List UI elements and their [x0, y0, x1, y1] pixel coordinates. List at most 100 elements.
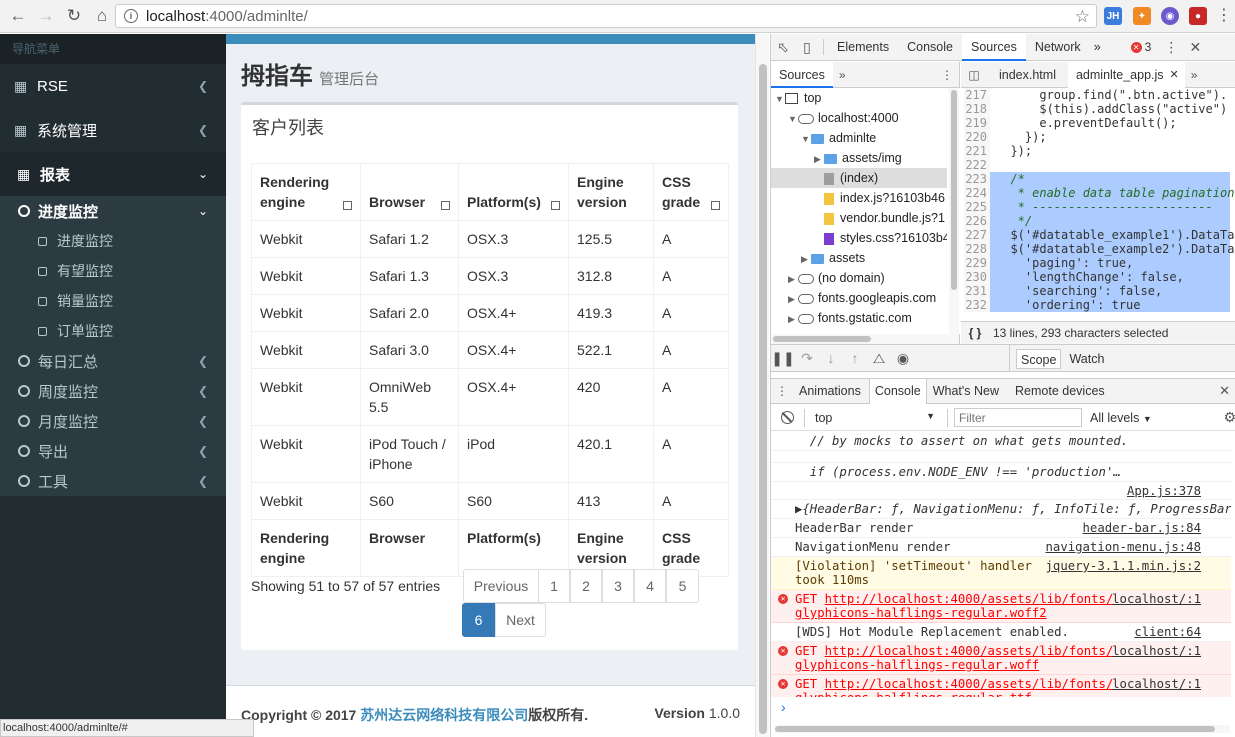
request-url-link[interactable]: http://localhost:4000/assets/lib/fonts/	[825, 677, 1114, 691]
close-devtools-icon[interactable]: ✕	[1183, 34, 1207, 61]
source-link[interactable]: localhost/:1	[1112, 592, 1201, 606]
triangle-down-icon[interactable]: ▼	[788, 109, 798, 129]
sidebar-item-weekly[interactable]: 周度监控 ❮	[0, 376, 226, 406]
tab-drawer-console[interactable]: Console	[868, 378, 927, 404]
info-icon[interactable]: i	[124, 9, 138, 23]
inspect-icon[interactable]: ⬁	[771, 34, 795, 61]
deactivate-breakpoints-icon[interactable]: ⧍	[867, 345, 891, 372]
pagination-previous[interactable]: Previous	[463, 569, 539, 603]
request-url-link[interactable]: http://localhost:4000/assets/lib/fonts/	[825, 592, 1114, 606]
pause-icon[interactable]: ❚❚	[771, 345, 795, 372]
back-icon[interactable]: ←	[4, 2, 32, 30]
tree-item[interactable]: vendor.bundle.js?1	[771, 208, 947, 228]
page-scrollbar[interactable]	[755, 34, 769, 737]
source-link[interactable]: navigation-menu.js:48	[1046, 540, 1201, 554]
scrollbar-thumb[interactable]	[759, 64, 767, 734]
tree-item[interactable]: ▼ localhost:4000	[771, 108, 947, 128]
step-into-icon[interactable]: ↓	[819, 345, 843, 372]
sidebar-subitem-sales[interactable]: 销量监控	[0, 286, 226, 316]
tab-whats-new[interactable]: What's New	[927, 384, 1007, 398]
request-url-link[interactable]: glyphicons-halflings-regular.woff	[795, 658, 1039, 672]
tab-animations[interactable]: Animations	[793, 384, 869, 398]
navigator-menu-icon[interactable]: ⋮	[941, 68, 953, 82]
column-header-grade[interactable]: CSS grade	[653, 163, 729, 221]
request-url-link[interactable]: glyphicons-halflings-regular.ttf	[795, 691, 1032, 697]
sidebar-subitem-prospect[interactable]: 有望监控	[0, 256, 226, 286]
source-link[interactable]: localhost/:1	[1112, 677, 1201, 691]
tab-sources-navigator[interactable]: Sources	[771, 61, 833, 88]
extension-jh-icon[interactable]: JH	[1104, 7, 1122, 25]
request-url-link[interactable]: glyphicons-halflings-regular.woff2	[795, 606, 1047, 620]
column-header-engine[interactable]: Rendering engine	[251, 163, 361, 221]
tab-sources[interactable]: Sources	[961, 33, 1026, 61]
drawer-menu-icon[interactable]: ⋮	[771, 384, 793, 398]
more-tabs-icon[interactable]: »	[1090, 34, 1105, 61]
tree-item[interactable]: ▶ (no domain)	[771, 268, 947, 288]
sidebar-item-daily[interactable]: 每日汇总 ❮	[0, 346, 226, 376]
tab-remote-devices[interactable]: Remote devices	[1007, 384, 1113, 398]
devtools-menu-icon[interactable]: ⋮	[1159, 34, 1183, 61]
tree-item[interactable]: ▼ adminlte	[771, 128, 947, 148]
tree-item[interactable]: ▼ top	[771, 88, 947, 108]
bookmark-star-icon[interactable]: ☆	[1075, 7, 1090, 27]
pagination-page-4[interactable]: 4	[634, 569, 666, 603]
sidebar-item-monthly[interactable]: 月度监控 ❮	[0, 406, 226, 436]
pagination-page-6[interactable]: 6	[462, 603, 495, 637]
source-link[interactable]: jquery-3.1.1.min.js:2	[1046, 559, 1201, 573]
close-drawer-icon[interactable]: ✕	[1219, 383, 1230, 399]
close-tab-icon[interactable]: ✕	[1170, 62, 1179, 88]
source-link[interactable]: App.js:378	[1127, 484, 1201, 498]
triangle-down-icon[interactable]: ▼	[801, 129, 811, 149]
tab-adminlte-app-js[interactable]: adminlte_app.js ✕	[1067, 61, 1185, 88]
tree-item[interactable]: ▶ assets/img	[771, 148, 947, 168]
context-selector[interactable]: top ▼	[815, 411, 935, 425]
tab-network[interactable]: Network	[1026, 34, 1090, 61]
pretty-print-icon[interactable]: { }	[961, 326, 989, 340]
tab-elements[interactable]: Elements	[828, 34, 898, 61]
tab-console[interactable]: Console	[898, 34, 962, 61]
triangle-right-icon[interactable]: ▶	[788, 309, 798, 329]
extension-w-icon[interactable]: ◉	[1161, 7, 1179, 25]
sidebar-item-system[interactable]: ▦ 系统管理 ❮	[0, 108, 226, 152]
reload-icon[interactable]: ↻	[60, 2, 88, 30]
tree-item[interactable]: styles.css?16103b4	[771, 228, 947, 248]
pagination-next[interactable]: Next	[495, 603, 546, 637]
log-levels-dropdown[interactable]: All levels ▼	[1090, 411, 1152, 425]
address-bar[interactable]: i localhost:4000/adminlte/ ☆	[115, 4, 1097, 28]
step-out-icon[interactable]: ↑	[843, 345, 867, 372]
triangle-right-icon[interactable]: ▶	[801, 249, 811, 269]
sidebar-item-progress[interactable]: 进度监控 ⌄	[0, 196, 226, 226]
home-icon[interactable]: ⌂	[88, 2, 116, 30]
source-link[interactable]: header-bar.js:84	[1083, 521, 1201, 535]
tab-scope[interactable]: Scope	[1016, 348, 1062, 369]
tree-item[interactable]: ▶ fonts.googleapis.com	[771, 288, 947, 308]
console-settings-icon[interactable]: ⚙	[1223, 409, 1235, 426]
sidebar-subitem-progress[interactable]: 进度监控	[0, 226, 226, 256]
console-h-scrollbar[interactable]	[775, 725, 1230, 733]
tab-watch[interactable]: Watch	[1069, 352, 1104, 366]
column-header-browser[interactable]: Browser	[360, 163, 459, 221]
console-filter-input[interactable]	[954, 408, 1082, 427]
sidebar-item-export[interactable]: 导出 ❮	[0, 436, 226, 466]
tab-index-html[interactable]: index.html	[987, 62, 1068, 88]
device-toggle-icon[interactable]: ▯	[795, 34, 819, 61]
browser-menu-icon[interactable]: ⋮	[1216, 6, 1232, 26]
triangle-right-icon[interactable]: ▶	[814, 149, 824, 169]
pause-on-exceptions-icon[interactable]: ◉	[891, 345, 915, 372]
source-link[interactable]: client:64	[1134, 625, 1201, 639]
triangle-down-icon[interactable]: ▼	[775, 89, 785, 109]
column-header-version[interactable]: Engine version	[568, 163, 654, 221]
code-editor[interactable]: 217 group.find(".btn.active"). 218 $(this…	[964, 88, 1235, 334]
tree-item[interactable]: ▶ assets	[771, 248, 947, 268]
sidebar-item-rse[interactable]: ▦ RSE ❮	[0, 64, 226, 108]
extension-red-icon[interactable]: ●	[1189, 7, 1207, 25]
pagination-page-2[interactable]: 2	[570, 569, 602, 603]
triangle-right-icon[interactable]: ▶	[788, 289, 798, 309]
clear-console-icon[interactable]	[781, 411, 794, 424]
pagination-page-1[interactable]: 1	[538, 569, 570, 603]
sidebar-item-reports[interactable]: ▦ 报表 ⌄	[0, 152, 226, 196]
sidebar-item-tools[interactable]: 工具 ❮	[0, 466, 226, 496]
tree-item[interactable]: ▶ fonts.gstatic.com	[771, 308, 947, 328]
console-prompt[interactable]: ›	[771, 699, 1231, 719]
more-files-icon[interactable]: »	[1185, 68, 1204, 82]
